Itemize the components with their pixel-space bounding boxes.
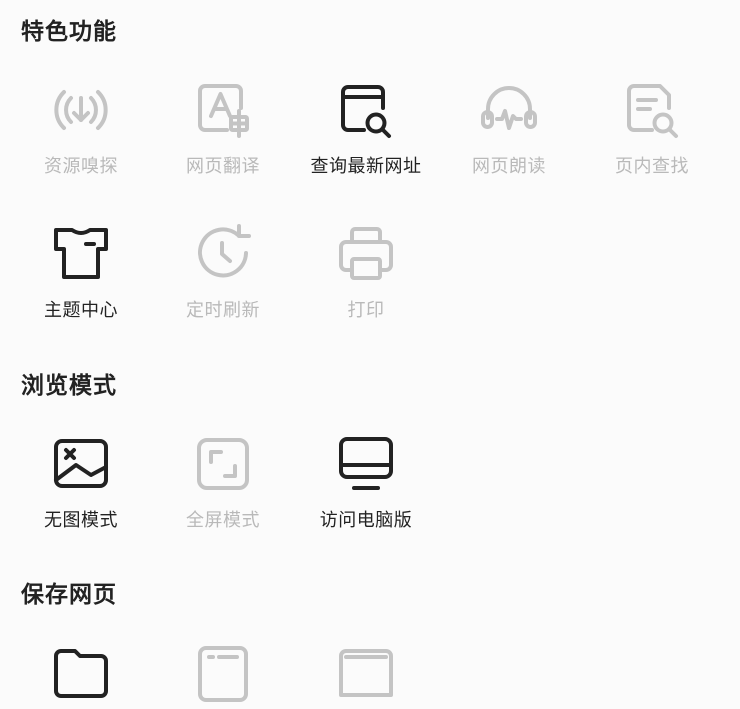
desktop-version-label: 访问电脑版 (319, 510, 413, 531)
clock-refresh-icon (198, 224, 251, 278)
section-title-save-page: 保存网页 (21, 582, 117, 608)
resource-sniff-icon (54, 90, 108, 130)
fullscreen-mode-button[interactable]: 全屏模式 (152, 432, 294, 542)
tshirt-icon (54, 228, 108, 279)
print-button[interactable]: 打印 (295, 222, 437, 332)
headphones-icon (481, 86, 537, 130)
query-latest-url-button[interactable]: 查询最新网址 (295, 78, 437, 188)
translate-label: 网页翻译 (186, 156, 260, 177)
read-aloud-button[interactable]: 网页朗读 (438, 78, 580, 188)
find-in-page-button[interactable]: 页内查找 (581, 78, 723, 188)
section-title-features: 特色功能 (21, 19, 117, 45)
resource-sniff-button[interactable]: 资源嗅探 (10, 78, 152, 188)
browser-search-icon (341, 85, 391, 138)
read-aloud-label: 网页朗读 (472, 156, 546, 177)
resource-sniff-label: 资源嗅探 (44, 156, 118, 177)
translate-button[interactable]: 网页翻译 (152, 78, 294, 188)
folder-icon[interactable] (49, 641, 113, 705)
find-in-page-label: 页内查找 (615, 156, 689, 177)
section-title-browse-mode: 浏览模式 (21, 373, 117, 399)
theme-center-label: 主题中心 (44, 300, 118, 321)
page-search-icon (627, 84, 678, 138)
desktop-icon (339, 437, 393, 490)
fullscreen-mode-label: 全屏模式 (186, 510, 260, 531)
printer-icon (339, 227, 393, 280)
no-image-icon (54, 439, 108, 488)
query-latest-url-label: 查询最新网址 (310, 156, 422, 177)
theme-center-button[interactable]: 主题中心 (10, 222, 152, 332)
translate-icon (198, 84, 249, 138)
save-offline-icon[interactable] (334, 645, 398, 709)
fullscreen-icon (197, 438, 249, 490)
no-image-mode-button[interactable]: 无图模式 (10, 432, 152, 542)
desktop-version-button[interactable]: 访问电脑版 (295, 432, 437, 542)
no-image-mode-label: 无图模式 (44, 510, 118, 531)
print-label: 打印 (347, 300, 385, 321)
timed-refresh-button[interactable]: 定时刷新 (152, 222, 294, 332)
document-icon[interactable] (191, 645, 255, 709)
timed-refresh-label: 定时刷新 (186, 300, 260, 321)
